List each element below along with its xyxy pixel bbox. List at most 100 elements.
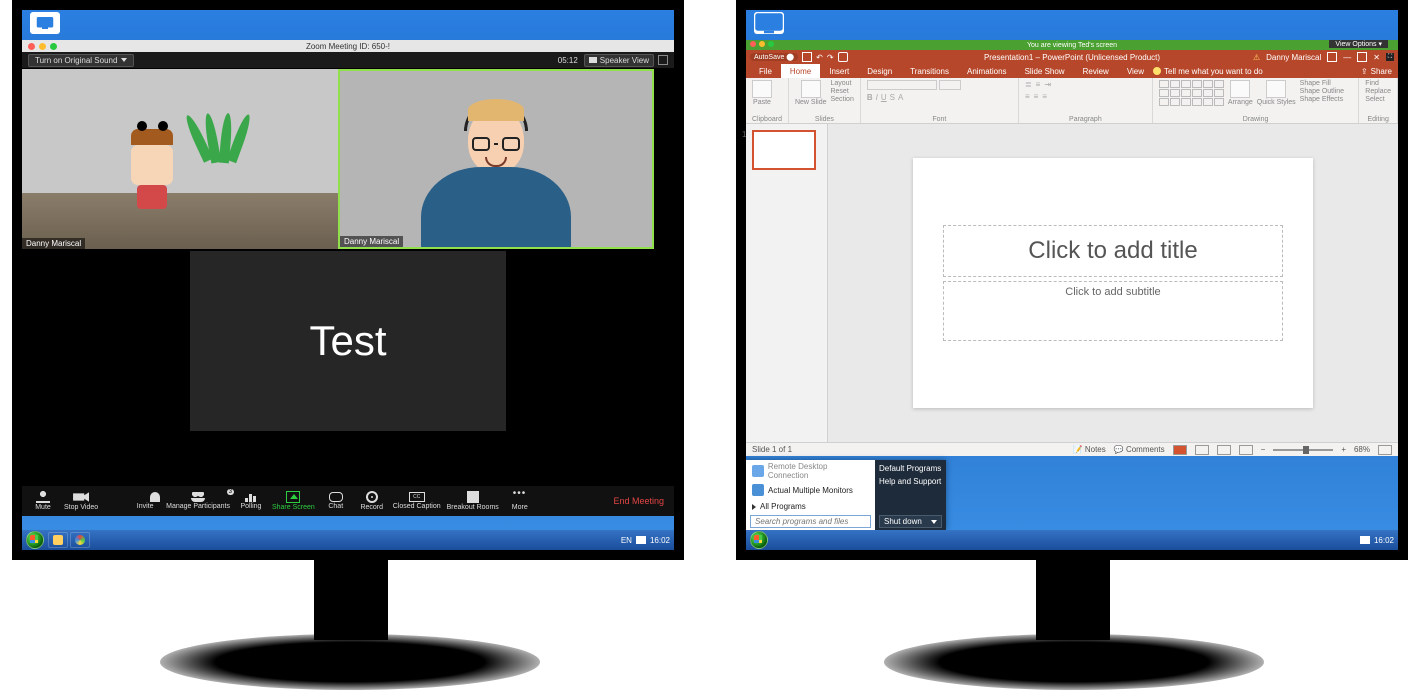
zoom-in-button[interactable]: + — [1341, 445, 1346, 454]
title-placeholder[interactable]: Click to add title — [943, 225, 1283, 277]
fullscreen-icon[interactable] — [658, 55, 668, 65]
section-button[interactable]: Section — [830, 96, 853, 103]
paste-button[interactable]: Paste — [752, 80, 772, 106]
invite-button[interactable]: Invite — [130, 492, 160, 510]
strike-button[interactable]: S — [890, 93, 895, 102]
stop-video-button[interactable]: Stop Video — [64, 491, 98, 511]
italic-button[interactable]: I — [876, 93, 878, 102]
end-meeting-button[interactable]: End Meeting — [613, 496, 664, 506]
shape-outline-button[interactable]: Shape Outline — [1300, 88, 1344, 95]
tab-file[interactable]: File — [750, 64, 781, 78]
normal-view-button[interactable] — [1173, 445, 1187, 455]
system-tray[interactable]: EN 16:02 — [621, 536, 670, 545]
all-programs-button[interactable]: All Programs — [746, 500, 875, 513]
zoom-level[interactable]: 68% — [1354, 445, 1370, 454]
zoom-maximize-icon[interactable]: ⛶ — [1386, 53, 1394, 61]
tab-view[interactable]: View — [1118, 64, 1153, 78]
arrange-button[interactable]: Arrange — [1228, 80, 1253, 106]
speaker-view-button[interactable]: Speaker View — [584, 54, 654, 67]
bold-button[interactable]: B — [867, 93, 873, 102]
slide-thumbnail[interactable] — [752, 130, 816, 170]
chat-button[interactable]: Chat — [321, 492, 351, 510]
select-button[interactable]: Select — [1365, 96, 1391, 103]
taskbar-app[interactable] — [48, 532, 68, 548]
pp-user-name[interactable]: Danny Mariscal — [1266, 53, 1321, 62]
zoom-slider[interactable] — [1273, 449, 1333, 451]
indent-button[interactable]: ⇥ — [1044, 80, 1051, 89]
minimize-icon[interactable] — [759, 41, 765, 47]
shutdown-button[interactable]: Shut down — [879, 515, 942, 528]
underline-button[interactable]: U — [881, 93, 887, 102]
align-right-button[interactable]: ≡ — [1042, 92, 1047, 101]
breakout-rooms-button[interactable]: Breakout Rooms — [447, 491, 499, 511]
font-color-button[interactable]: A — [898, 93, 903, 102]
replace-button[interactable]: Replace — [1365, 88, 1391, 95]
start-button[interactable] — [26, 531, 44, 549]
maximize-icon[interactable] — [768, 41, 774, 47]
mute-button[interactable]: Mute — [28, 491, 58, 511]
slide[interactable]: Click to add title Click to add subtitle — [913, 158, 1313, 408]
flag-icon[interactable] — [636, 536, 646, 544]
language-indicator[interactable]: EN — [621, 536, 632, 545]
tab-insert[interactable]: Insert — [820, 64, 858, 78]
subtitle-placeholder[interactable]: Click to add subtitle — [943, 281, 1283, 341]
taskbar-left[interactable]: EN 16:02 — [22, 530, 674, 550]
share-screen-button[interactable]: Share Screen — [272, 491, 315, 511]
tab-transitions[interactable]: Transitions — [901, 64, 958, 78]
more-button[interactable]: ••• More — [505, 491, 535, 511]
tell-me-search[interactable]: Tell me what you want to do — [1153, 67, 1263, 76]
bullets-button[interactable]: ≣ — [1025, 80, 1032, 89]
closed-caption-button[interactable]: CC Closed Caption — [393, 492, 441, 510]
start-menu-item[interactable]: Actual Multiple Monitors — [746, 482, 875, 498]
zoom-out-button[interactable]: − — [1261, 445, 1266, 454]
reading-view-button[interactable] — [1217, 445, 1231, 455]
polling-button[interactable]: Polling — [236, 492, 266, 510]
slideshow-view-button[interactable] — [1239, 445, 1253, 455]
video-tile-active[interactable]: Danny Mariscal — [338, 69, 654, 249]
taskbar-app[interactable] — [70, 532, 90, 548]
minimize-button[interactable]: — — [1343, 53, 1351, 62]
tab-animations[interactable]: Animations — [958, 64, 1016, 78]
layout-button[interactable]: Layout — [830, 80, 853, 87]
reset-button[interactable]: Reset — [830, 88, 853, 95]
tab-design[interactable]: Design — [858, 64, 901, 78]
shape-effects-button[interactable]: Shape Effects — [1300, 96, 1344, 103]
start-search-input[interactable] — [750, 515, 871, 528]
record-button[interactable]: Record — [357, 491, 387, 511]
close-icon[interactable] — [750, 41, 756, 47]
slide-canvas[interactable]: Click to add title Click to add subtitle — [828, 124, 1398, 442]
system-tray[interactable]: 16:02 — [1360, 536, 1394, 545]
quick-styles-button[interactable]: Quick Styles — [1257, 80, 1296, 106]
clock[interactable]: 16:02 — [650, 536, 670, 545]
start-button[interactable] — [750, 531, 768, 549]
shape-fill-button[interactable]: Shape Fill — [1300, 80, 1344, 87]
shared-content-tile[interactable]: Test — [190, 251, 506, 431]
comments-button[interactable]: 💬 Comments — [1114, 445, 1165, 454]
flag-icon[interactable] — [1360, 536, 1370, 544]
align-left-button[interactable]: ≡ — [1025, 92, 1030, 101]
font-name-dropdown[interactable] — [867, 80, 937, 90]
font-size-dropdown[interactable] — [939, 80, 961, 90]
view-options-button[interactable]: View Options ▾ — [1329, 40, 1388, 48]
start-menu-item[interactable]: Remote Desktop Connection — [746, 460, 875, 482]
close-button[interactable]: ✕ — [1373, 53, 1380, 62]
sorter-view-button[interactable] — [1195, 445, 1209, 455]
share-button[interactable]: ⇪ Share — [1355, 67, 1398, 76]
start-right-item[interactable]: Default Programs — [879, 462, 942, 475]
clock[interactable]: 16:02 — [1374, 536, 1394, 545]
shapes-gallery[interactable] — [1159, 80, 1224, 106]
notes-button[interactable]: 📝 Notes — [1073, 445, 1106, 454]
new-slide-button[interactable]: New Slide — [795, 80, 827, 106]
maximize-button[interactable] — [1357, 52, 1367, 62]
manage-participants-button[interactable]: 3 Manage Participants — [166, 492, 230, 510]
fit-to-window-button[interactable] — [1378, 445, 1392, 455]
tab-home[interactable]: Home — [781, 64, 820, 78]
numbering-button[interactable]: ≡ — [1036, 80, 1041, 89]
video-tile[interactable]: Danny Mariscal — [22, 69, 338, 249]
align-center-button[interactable]: ≡ — [1034, 92, 1039, 101]
start-right-item[interactable]: Help and Support — [879, 475, 942, 488]
pp-titlebar[interactable]: AutoSave ⬤ ↶ ↷ Presentation1 – PowerPoin… — [746, 50, 1398, 64]
taskbar-right[interactable]: 16:02 — [746, 530, 1398, 550]
original-sound-toggle[interactable]: Turn on Original Sound — [28, 54, 134, 67]
start-menu[interactable]: Remote Desktop Connection Actual Multipl… — [746, 460, 946, 530]
